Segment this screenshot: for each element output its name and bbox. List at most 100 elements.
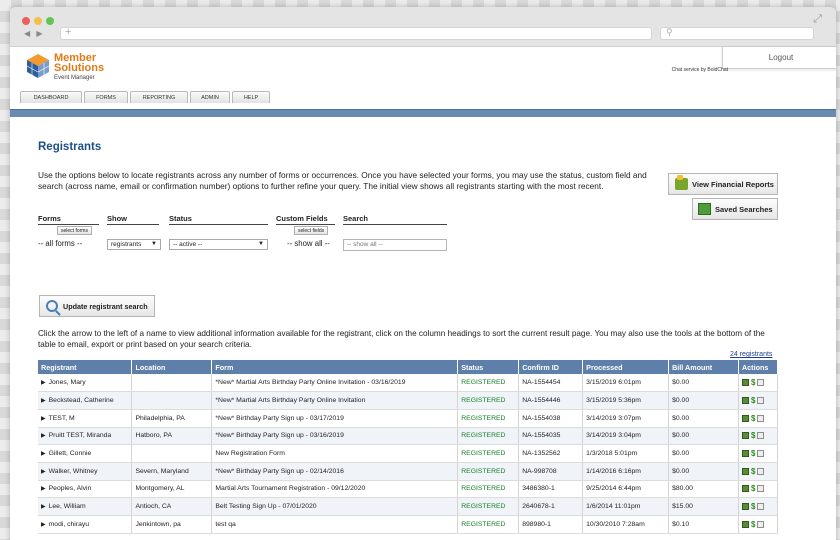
brand-name-line2: Solutions xyxy=(54,62,105,74)
show-select[interactable]: registrants ▼ xyxy=(107,239,161,250)
column-header-status[interactable]: Status xyxy=(457,360,520,374)
select-forms-button[interactable]: select forms xyxy=(57,226,92,235)
registrant-name[interactable]: Jones, Mary xyxy=(49,379,86,386)
triangle-right-icon[interactable]: ▶ xyxy=(41,380,46,386)
envelope-icon[interactable] xyxy=(757,414,765,422)
filter-custom-fields: Custom Fields xyxy=(276,214,335,225)
search-icon: ⚲ xyxy=(666,27,673,37)
back-forward-icon[interactable]: ◀ ▶ xyxy=(24,29,45,38)
edit-icon[interactable] xyxy=(741,503,749,510)
registrant-name[interactable]: Walker, Whitney xyxy=(49,468,98,475)
dollar-icon[interactable]: $ xyxy=(751,449,755,457)
edit-icon[interactable] xyxy=(741,432,749,440)
status-cell: REGISTERED xyxy=(457,409,520,428)
registrant-name[interactable]: modi, chirayu xyxy=(49,521,89,528)
dollar-icon[interactable]: $ xyxy=(751,432,755,440)
envelope-icon[interactable] xyxy=(757,378,765,386)
select-fields-button[interactable]: select fields xyxy=(294,226,329,235)
registrant-name[interactable]: Gillett, Connie xyxy=(49,450,92,457)
logout-link[interactable]: Logout xyxy=(722,47,836,69)
location-cell: Severn, Maryland xyxy=(131,462,213,481)
tab-help[interactable]: HELP xyxy=(232,91,270,103)
triangle-right-icon[interactable]: ▶ xyxy=(41,451,46,457)
confirm-id-cell: NA-998708 xyxy=(518,462,584,481)
fullscreen-icon[interactable]: ⤢ xyxy=(813,13,822,26)
envelope-icon[interactable] xyxy=(757,485,765,493)
triangle-right-icon[interactable]: ▶ xyxy=(41,486,46,492)
column-header-form[interactable]: Form xyxy=(211,360,459,374)
status-cell: REGISTERED xyxy=(457,391,520,410)
envelope-icon[interactable] xyxy=(757,467,765,475)
envelope-icon[interactable] xyxy=(757,396,765,404)
minimize-window-icon[interactable] xyxy=(34,17,42,25)
actions-cell: $ xyxy=(738,409,779,428)
triangle-right-icon[interactable]: ▶ xyxy=(41,522,46,528)
edit-icon[interactable] xyxy=(741,378,749,386)
close-window-icon[interactable] xyxy=(22,17,30,25)
location-cell: Philadelphia, PA xyxy=(131,409,213,428)
update-registrant-search-button[interactable]: Update registrant search xyxy=(39,295,155,317)
column-header-processed[interactable]: Processed xyxy=(582,360,670,374)
edit-icon[interactable] xyxy=(741,449,749,457)
tab-reporting[interactable]: REPORTING xyxy=(130,91,188,103)
envelope-icon[interactable] xyxy=(757,520,765,528)
registrant-name[interactable]: Beckstead, Catherine xyxy=(49,397,114,404)
search-input[interactable]: -- show all -- xyxy=(343,239,447,251)
column-header-location[interactable]: Location xyxy=(131,360,213,374)
edit-icon[interactable] xyxy=(741,414,749,422)
confirm-id-cell: NA-1554035 xyxy=(518,427,584,446)
chat-service-link[interactable]: Chat service by BoldChat xyxy=(672,67,728,73)
browser-search-bar[interactable]: ⚲ xyxy=(660,27,814,40)
registrant-name[interactable]: Lee, William xyxy=(49,503,86,510)
registrant-cell: ▶ Lee, William xyxy=(38,497,133,516)
registrant-count-link[interactable]: 24 registrants xyxy=(730,351,772,358)
envelope-icon[interactable] xyxy=(757,432,765,440)
intro-text: Use the options below to locate registra… xyxy=(38,170,647,191)
column-header-bill-amount[interactable]: Bill Amount xyxy=(668,360,739,374)
edit-icon[interactable] xyxy=(741,396,749,404)
money-stack-icon xyxy=(675,175,688,190)
bill-amount-cell: $0.00 xyxy=(668,409,739,428)
triangle-right-icon[interactable]: ▶ xyxy=(41,469,46,475)
envelope-icon[interactable] xyxy=(757,503,765,510)
location-cell: Hatboro, PA xyxy=(131,427,213,446)
triangle-right-icon[interactable]: ▶ xyxy=(41,398,46,404)
tab-admin[interactable]: ADMIN xyxy=(190,91,230,103)
bill-amount-cell: $15.00 xyxy=(668,497,739,516)
dollar-icon[interactable]: $ xyxy=(751,414,755,422)
tab-dashboard[interactable]: DASHBOARD xyxy=(20,91,82,103)
address-bar[interactable]: + xyxy=(60,26,652,40)
brand-logo[interactable]: Member Solutions Event Manager xyxy=(26,53,104,83)
edit-icon[interactable] xyxy=(741,467,749,475)
show-select-value: registrants xyxy=(111,241,142,248)
view-financial-reports-button[interactable]: View Financial Reports xyxy=(668,173,778,195)
form-cell: *New* Birthday Party Sign up - 03/17/201… xyxy=(211,409,459,428)
table-row: ▶ modi, chirayu Jenkintown, pa test qa RE… xyxy=(38,515,779,534)
dollar-icon[interactable]: $ xyxy=(751,396,755,404)
edit-icon[interactable] xyxy=(741,520,749,528)
triangle-right-icon[interactable]: ▶ xyxy=(41,433,46,439)
triangle-right-icon[interactable]: ▶ xyxy=(41,504,46,510)
processed-cell: 9/25/2014 6:44pm xyxy=(582,480,670,499)
status-select[interactable]: -- active -- ▼ xyxy=(169,239,268,250)
status-cell: REGISTERED xyxy=(457,444,520,463)
dollar-icon[interactable]: $ xyxy=(751,520,755,528)
dollar-icon[interactable]: $ xyxy=(751,467,755,475)
registrant-name[interactable]: Peoples, Alvin xyxy=(49,485,92,492)
dollar-icon[interactable]: $ xyxy=(751,485,755,493)
column-header-registrant[interactable]: Registrant xyxy=(38,360,133,374)
bill-amount-cell: $0.00 xyxy=(668,427,739,446)
new-tab-icon[interactable]: + xyxy=(65,26,71,38)
dollar-icon[interactable]: $ xyxy=(751,503,755,511)
magnifier-icon xyxy=(46,300,58,312)
dollar-icon[interactable]: $ xyxy=(751,378,755,386)
triangle-right-icon[interactable]: ▶ xyxy=(41,416,46,422)
tab-forms[interactable]: FORMS xyxy=(84,91,128,103)
envelope-icon[interactable] xyxy=(757,449,765,457)
registrant-name[interactable]: Pruitt TEST, Miranda xyxy=(49,432,112,439)
registrant-name[interactable]: TEST, M xyxy=(49,415,75,422)
edit-icon[interactable] xyxy=(741,485,749,493)
column-header-confirm-id[interactable]: Confirm ID xyxy=(518,360,584,374)
brand-tagline: Event Manager xyxy=(54,75,95,81)
maximize-window-icon[interactable] xyxy=(46,17,54,25)
